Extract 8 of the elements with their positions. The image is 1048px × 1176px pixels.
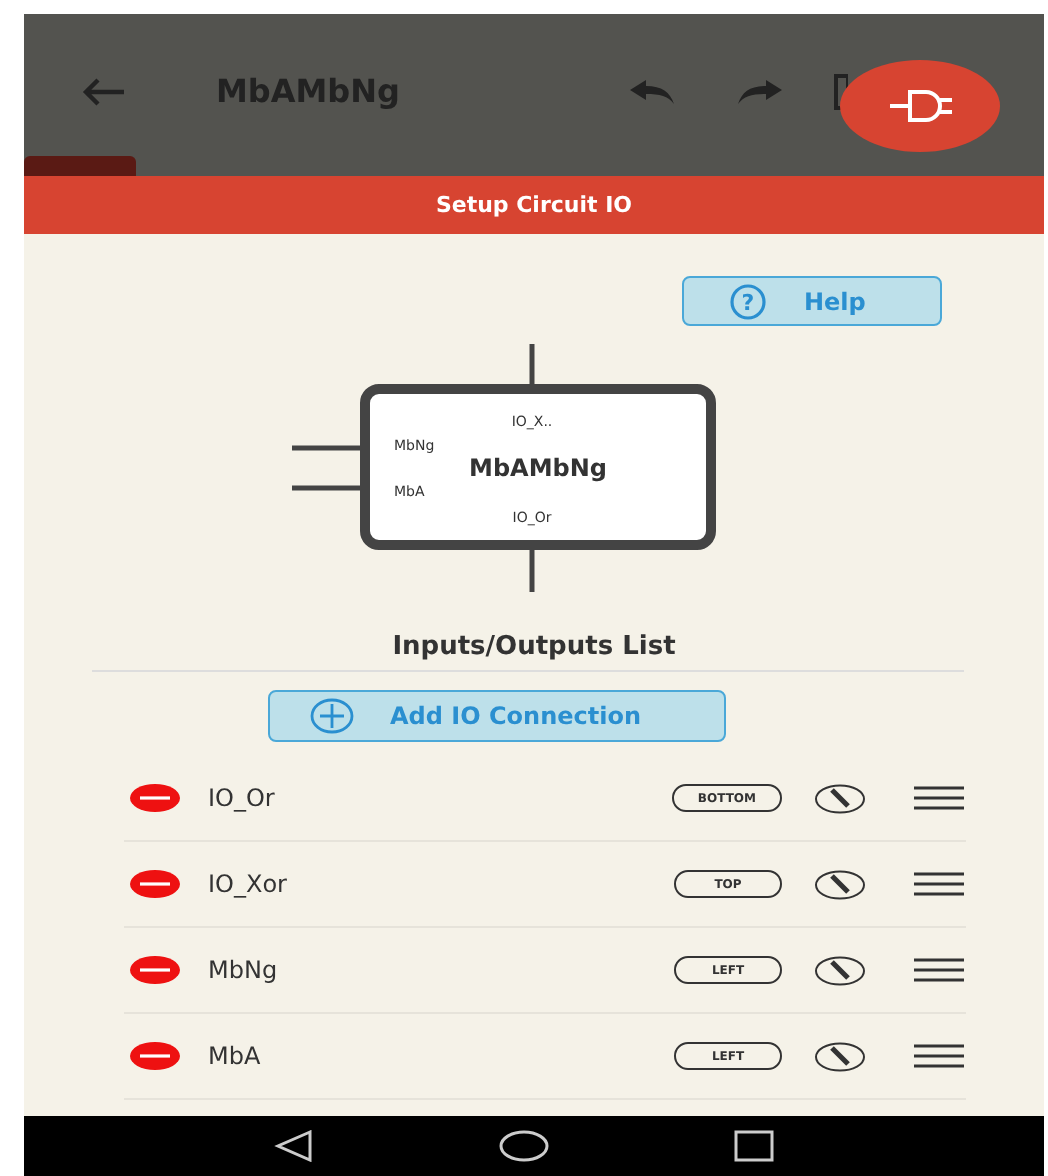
dialog-title: Setup Circuit IO bbox=[435, 192, 633, 218]
io-name: MbA bbox=[208, 1042, 263, 1070]
io-name: IO_Xor bbox=[208, 870, 289, 898]
io-name: IO_Or bbox=[208, 784, 277, 812]
io-name: MbNg bbox=[208, 956, 280, 984]
block-name: MbAMbNg bbox=[469, 454, 607, 482]
help-icon: ? bbox=[728, 281, 768, 321]
list-title: Inputs/Outputs List bbox=[390, 632, 678, 662]
